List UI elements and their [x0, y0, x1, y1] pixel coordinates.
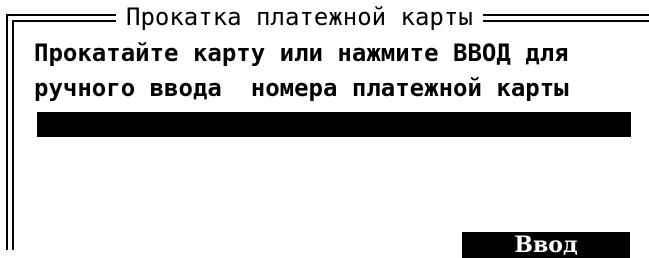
- card-swipe-dialog: Прокатка платежной карты Прокатайте карт…: [0, 0, 649, 258]
- enter-button[interactable]: Ввод: [462, 232, 630, 258]
- instruction-line-1: Прокатайте карту или нажмите ВВОД для: [34, 39, 569, 67]
- dialog-title: Прокатка платежной карты: [116, 0, 483, 34]
- instruction-line-2: ручного ввода номера платежной карты: [34, 74, 569, 102]
- card-number-input[interactable]: [37, 112, 631, 137]
